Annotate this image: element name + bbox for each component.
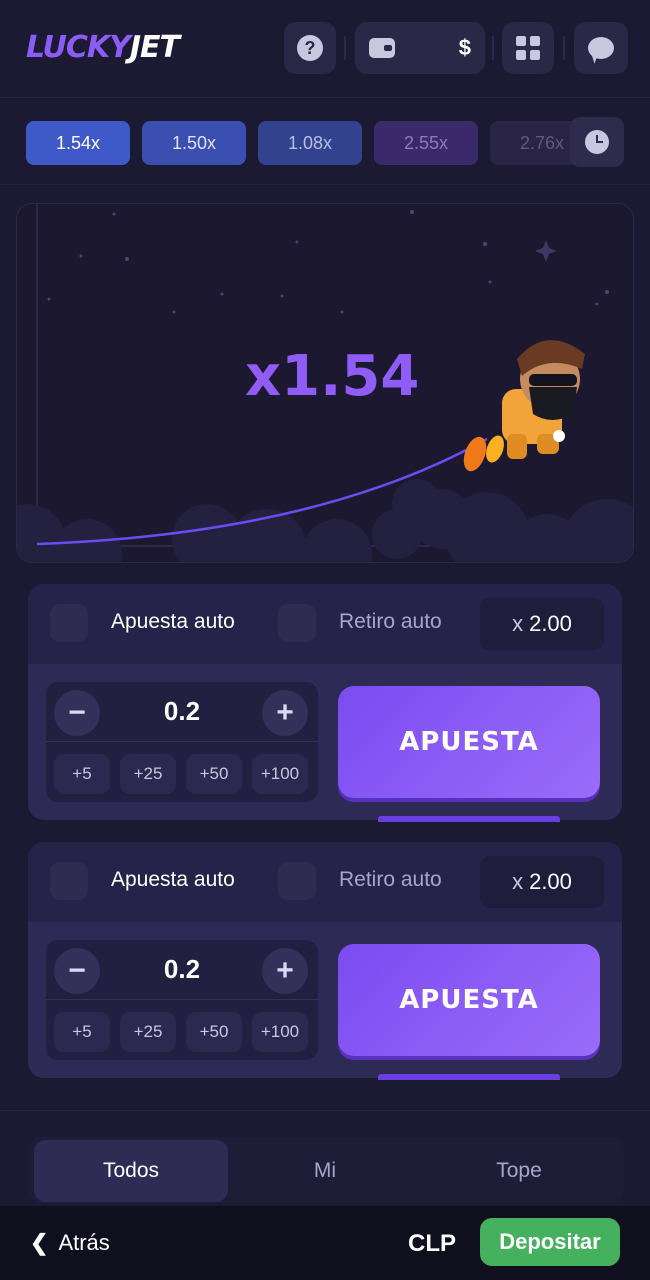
- auto-cashout-label: Retiro auto: [339, 610, 442, 633]
- history-button[interactable]: [570, 117, 624, 167]
- currency-symbol: $: [458, 35, 471, 60]
- bets-tabs-area: Todos Mi Tope: [0, 1110, 650, 1205]
- auto-cashout-checkbox[interactable]: [278, 862, 316, 900]
- cashout-prefix: x: [512, 869, 524, 894]
- history-pill[interactable]: 2.55x: [374, 121, 478, 165]
- bet-panel-1: Apuesta auto Retiro auto x 2.00 − 0.2 + …: [28, 584, 622, 822]
- clouds: [17, 479, 633, 562]
- quick-add-button[interactable]: +100: [252, 1012, 308, 1052]
- multiplier-history: 1.54x 1.50x 1.08x 2.55x 2.76x: [0, 99, 650, 185]
- menu-grid-button[interactable]: [502, 22, 554, 74]
- chevron-left-icon: ❮: [30, 1230, 49, 1255]
- divider: [563, 36, 565, 60]
- auto-cashout-label: Retiro auto: [339, 868, 442, 891]
- history-pill[interactable]: 1.08x: [258, 121, 362, 165]
- back-button[interactable]: ❮ Atrás: [30, 1230, 110, 1256]
- divider: [492, 36, 494, 60]
- grid-icon: [516, 36, 540, 60]
- decrease-stake-button[interactable]: −: [54, 690, 100, 736]
- increase-stake-button[interactable]: +: [262, 690, 308, 736]
- back-label: Atrás: [58, 1230, 110, 1255]
- stake-box: − 0.2 + +5 +25 +50 +100: [46, 940, 318, 1060]
- auto-bet-checkbox[interactable]: [50, 862, 88, 900]
- tab-top[interactable]: Tope: [422, 1140, 616, 1202]
- history-pill[interactable]: 1.54x: [26, 121, 130, 165]
- lucky-jet-logo: LUCKYJET: [26, 30, 180, 66]
- auto-bet-label: Apuesta auto: [111, 868, 235, 891]
- bets-tabs: Todos Mi Tope: [28, 1137, 624, 1203]
- quick-add-button[interactable]: +50: [186, 754, 242, 794]
- wallet-button[interactable]: $: [355, 22, 485, 74]
- jetpack-character: [463, 340, 585, 472]
- divider: [344, 36, 346, 60]
- deposit-button[interactable]: Depositar: [480, 1218, 620, 1266]
- quick-add-button[interactable]: +25: [120, 1012, 176, 1052]
- tab-all[interactable]: Todos: [34, 1140, 228, 1202]
- top-bar: LUCKYJET ? $: [0, 0, 650, 98]
- auto-bet-checkbox[interactable]: [50, 604, 88, 642]
- game-canvas: x1.54: [16, 203, 634, 563]
- stars: [47, 210, 609, 314]
- cashout-value: 2.00: [529, 869, 572, 894]
- logo-text-lucky: LUCKY: [26, 30, 131, 65]
- wallet-icon: [369, 38, 395, 58]
- place-bet-button[interactable]: APUESTA: [338, 686, 600, 798]
- cashout-value: 2.00: [529, 611, 572, 636]
- stake-value[interactable]: 0.2: [102, 696, 262, 727]
- bet-button-indicator: [378, 816, 560, 822]
- place-bet-button[interactable]: APUESTA: [338, 944, 600, 1056]
- quick-add-button[interactable]: +5: [54, 1012, 110, 1052]
- chat-icon: [588, 37, 614, 59]
- auto-cashout-checkbox[interactable]: [278, 604, 316, 642]
- help-icon: ?: [297, 35, 323, 61]
- logo-text-jet: JET: [129, 30, 180, 65]
- clock-icon: [585, 130, 609, 154]
- quick-add-button[interactable]: +5: [54, 754, 110, 794]
- quick-add-button[interactable]: +100: [252, 754, 308, 794]
- stake-box: − 0.2 + +5 +25 +50 +100: [46, 682, 318, 802]
- bet-controls: − 0.2 + +5 +25 +50 +100 APUESTA: [28, 664, 622, 822]
- bet-button-indicator: [378, 1074, 560, 1080]
- cashout-prefix: x: [512, 611, 524, 636]
- auto-cashout-input[interactable]: x 2.00: [480, 598, 604, 650]
- increase-stake-button[interactable]: +: [262, 948, 308, 994]
- current-multiplier: x1.54: [245, 344, 420, 409]
- quick-add-button[interactable]: +25: [120, 754, 176, 794]
- auto-bet-label: Apuesta auto: [111, 610, 235, 633]
- tab-mine[interactable]: Mi: [228, 1140, 422, 1202]
- currency-label: CLP: [408, 1230, 456, 1257]
- help-button[interactable]: ?: [284, 22, 336, 74]
- bottom-bar: ❮ Atrás CLP Depositar: [0, 1206, 650, 1280]
- quick-add-button[interactable]: +50: [186, 1012, 242, 1052]
- bet-panel-2: Apuesta auto Retiro auto x 2.00 − 0.2 + …: [28, 842, 622, 1080]
- chat-button[interactable]: [574, 22, 628, 74]
- stake-value[interactable]: 0.2: [102, 954, 262, 985]
- bet-controls: − 0.2 + +5 +25 +50 +100 APUESTA: [28, 922, 622, 1080]
- auto-cashout-input[interactable]: x 2.00: [480, 856, 604, 908]
- decrease-stake-button[interactable]: −: [54, 948, 100, 994]
- history-pill[interactable]: 1.50x: [142, 121, 246, 165]
